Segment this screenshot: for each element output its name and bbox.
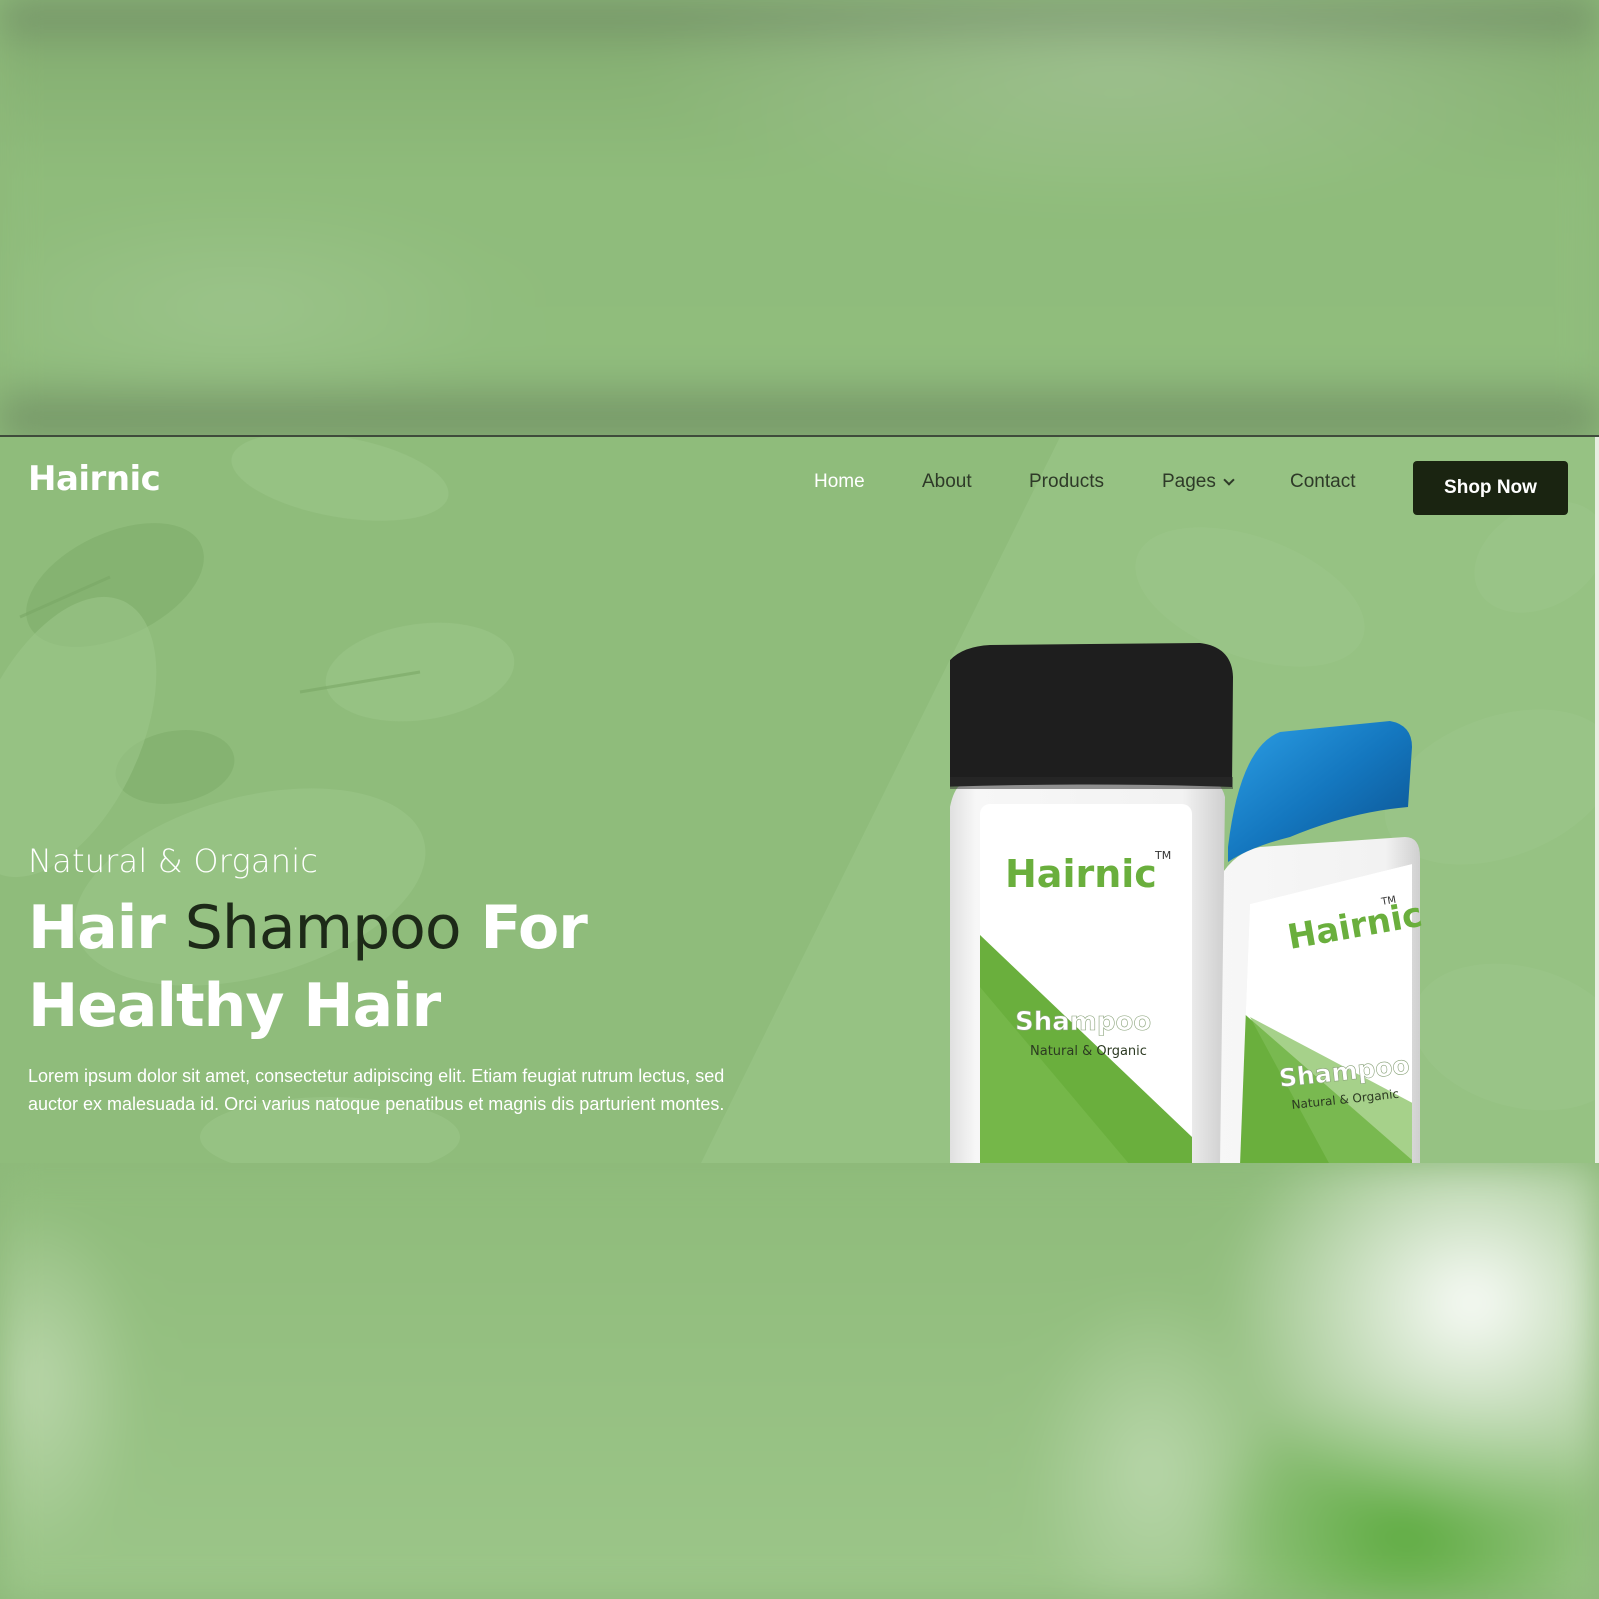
- headline-word-hair: Hair: [28, 893, 166, 963]
- chevron-down-icon: [1223, 474, 1235, 486]
- headline-line-2: Healthy Hair: [28, 971, 441, 1041]
- black-bottle-tagline: Natural & Organic: [1030, 1044, 1147, 1059]
- black-bottle-tm: TM: [1154, 849, 1171, 862]
- blurred-backdrop-top: [0, 0, 1599, 436]
- black-bottle-brand: Hairnic: [1005, 852, 1157, 896]
- shop-now-button[interactable]: Shop Now: [1413, 461, 1568, 515]
- nav-pages-label: Pages: [1162, 471, 1216, 492]
- hero-right-edge: [1595, 437, 1599, 1163]
- blurred-backdrop-bottom: [0, 1163, 1599, 1599]
- shampoo-bottles-image: Hairnic TM Shampoo Natural & Organic Hai…: [950, 643, 1425, 1163]
- nav-contact[interactable]: Contact: [1290, 471, 1355, 493]
- nav-products[interactable]: Products: [1029, 471, 1104, 493]
- headline-word-shampoo: Shampoo: [184, 893, 462, 963]
- nav-pages[interactable]: Pages: [1162, 471, 1235, 493]
- nav-about[interactable]: About: [922, 471, 972, 493]
- hero-description: Lorem ipsum dolor sit amet, consectetur …: [28, 1066, 725, 1114]
- headline-word-for: For: [480, 893, 587, 963]
- hero-headline: Hair Shampoo For Healthy Hair: [28, 889, 748, 1045]
- black-bottle-product-name: Shampoo: [1015, 1007, 1151, 1037]
- site-logo[interactable]: Hairnic: [28, 459, 161, 499]
- hero-section: Hairnic Home About Products Pages Contac…: [0, 435, 1599, 1163]
- nav-home[interactable]: Home: [814, 471, 865, 493]
- hero-eyebrow: Natural & Organic: [28, 842, 319, 880]
- black-bottle-cap: [950, 643, 1233, 787]
